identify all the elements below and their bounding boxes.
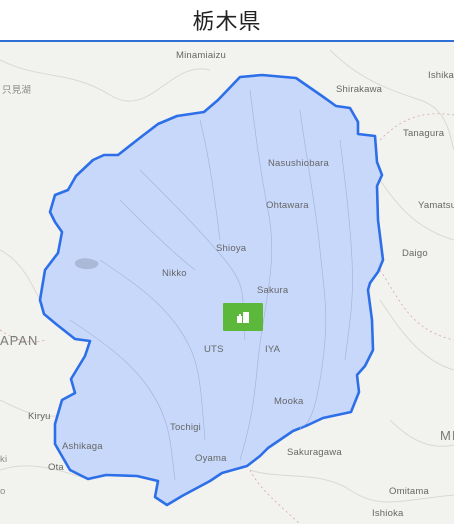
place-label: Nasushiobara [268,158,330,169]
place-label: 只見湖 [2,85,32,96]
place-label: IYA [265,344,281,355]
place-label: Oyama [195,453,227,464]
place-label: UTS [204,344,224,355]
place-label: Tanagura [403,128,445,139]
page-header: 栃木県 [0,0,454,42]
place-label: MI [440,428,454,443]
place-label: ki [0,454,8,465]
map-view[interactable]: Minamiaizu 只見湖 Ishika Shirakawa Tanagura… [0,42,454,524]
city-icon [237,312,249,323]
place-label: Shirakawa [336,84,383,95]
place-label: Yamatsu [418,200,454,211]
place-label: Nikko [162,268,187,279]
place-label: Kiryu [28,411,51,422]
place-label: Minamiaizu [176,50,227,61]
place-label: Tochigi [170,422,201,433]
city-marker-button[interactable] [223,303,263,331]
place-label: Shioya [216,243,247,254]
place-label: Ishika [428,70,454,81]
place-label: Omitama [389,486,429,497]
place-label: APAN [0,333,39,348]
place-label: Ashikaga [62,441,103,452]
place-label: Ishioka [372,508,404,519]
place-label: o [0,486,6,497]
place-label: Sakuragawa [287,447,342,458]
place-label: Mooka [274,396,304,407]
place-label: Sakura [257,285,289,296]
page-title: 栃木県 [192,10,262,35]
place-label: Daigo [402,248,428,259]
place-label: Ohtawara [266,200,309,211]
place-label: Ota [48,462,64,473]
